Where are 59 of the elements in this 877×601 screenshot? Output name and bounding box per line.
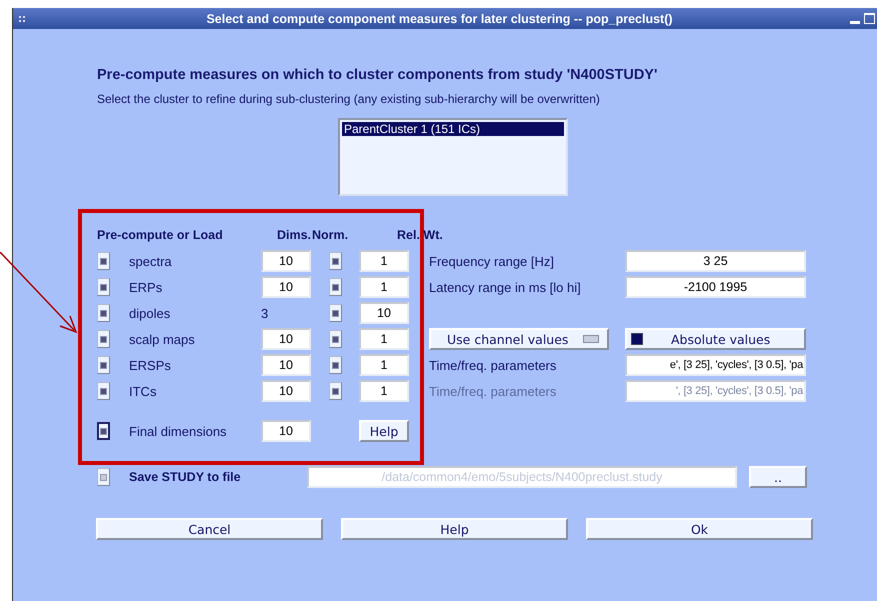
- checkbox[interactable]: [329, 356, 342, 374]
- cluster-list[interactable]: ParentCluster 1 (151 ICs): [338, 118, 568, 196]
- parameters-field[interactable]: e', [3 25], 'cycles', [3 0.5], 'pa: [625, 354, 806, 376]
- weight-field[interactable]: 1: [359, 354, 409, 376]
- dims-field[interactable]: 10: [261, 276, 311, 298]
- weight-field[interactable]: 1: [359, 328, 409, 350]
- range-field[interactable]: -2100 1995: [625, 276, 806, 298]
- dialog-button[interactable]: Ok: [586, 518, 813, 540]
- range-label: Latency range in ms [lo hi]: [429, 280, 582, 294]
- column-header: Dims.: [276, 228, 312, 242]
- checkbox[interactable]: [97, 356, 110, 374]
- absolute-values-toggle[interactable]: Absolute values: [625, 328, 806, 350]
- checkbox[interactable]: [97, 468, 110, 486]
- dims-field[interactable]: 10: [261, 250, 311, 272]
- parameters-label: Time/freq. parameters: [429, 358, 558, 372]
- range-label: Frequency range [Hz]: [429, 254, 556, 268]
- checkbox[interactable]: [97, 382, 110, 400]
- checkbox[interactable]: [97, 330, 110, 348]
- save-label: Save STUDY to file: [129, 470, 242, 484]
- checkbox[interactable]: [97, 422, 110, 440]
- weight-field[interactable]: 1: [359, 276, 409, 298]
- heading: Pre-compute measures on which to cluster components from study 'N400STUDY': [97, 67, 658, 83]
- checkbox[interactable]: [329, 304, 342, 322]
- help-button[interactable]: Help: [359, 420, 409, 442]
- dialog-button[interactable]: Cancel: [96, 518, 323, 540]
- range-field[interactable]: 3 25: [625, 250, 806, 272]
- checkbox[interactable]: [97, 278, 110, 296]
- final-dims-field[interactable]: 10: [261, 420, 311, 442]
- dims-field[interactable]: 10: [261, 328, 311, 350]
- dims-value: 3: [261, 306, 270, 320]
- measure-label: spectra: [129, 254, 173, 268]
- weight-field[interactable]: 10: [359, 302, 409, 324]
- list-item[interactable]: ParentCluster 1 (151 ICs): [342, 122, 564, 136]
- checkbox[interactable]: [329, 252, 342, 270]
- checkbox[interactable]: [329, 330, 342, 348]
- final-dimensions-label: Final dimensions: [129, 424, 228, 438]
- weight-field[interactable]: 1: [359, 380, 409, 402]
- measure-label: scalp maps: [129, 332, 196, 346]
- checkbox[interactable]: [329, 278, 342, 296]
- channel-values-dropdown[interactable]: Use channel values: [429, 328, 609, 350]
- dims-field[interactable]: 10: [261, 380, 311, 402]
- maximize-icon[interactable]: [864, 13, 875, 24]
- measure-label: ITCs: [129, 384, 158, 398]
- checkbox[interactable]: [97, 304, 110, 322]
- measure-label: ERPs: [129, 280, 164, 294]
- dropdown-indicator-icon: [583, 335, 599, 343]
- parameters-label: Time/freq. parameters: [429, 384, 558, 398]
- dims-field[interactable]: 10: [261, 354, 311, 376]
- checkbox[interactable]: [329, 382, 342, 400]
- dialog-button[interactable]: Help: [341, 518, 568, 540]
- browse-button[interactable]: ..: [749, 466, 807, 488]
- measure-label: dipoles: [129, 306, 172, 320]
- weight-field[interactable]: 1: [359, 250, 409, 272]
- checkbox[interactable]: [97, 252, 110, 270]
- window-title: Select and compute component measures for later clustering -- pop_preclust(): [205, 12, 674, 26]
- measure-label: ERSPs: [129, 358, 172, 372]
- instruction-text: Select the cluster to refine during sub-clustering (any existing sub-hierarchy will be overwritten): [97, 92, 601, 106]
- column-header: Norm.: [312, 228, 348, 242]
- column-header: Pre-compute or Load: [97, 228, 223, 242]
